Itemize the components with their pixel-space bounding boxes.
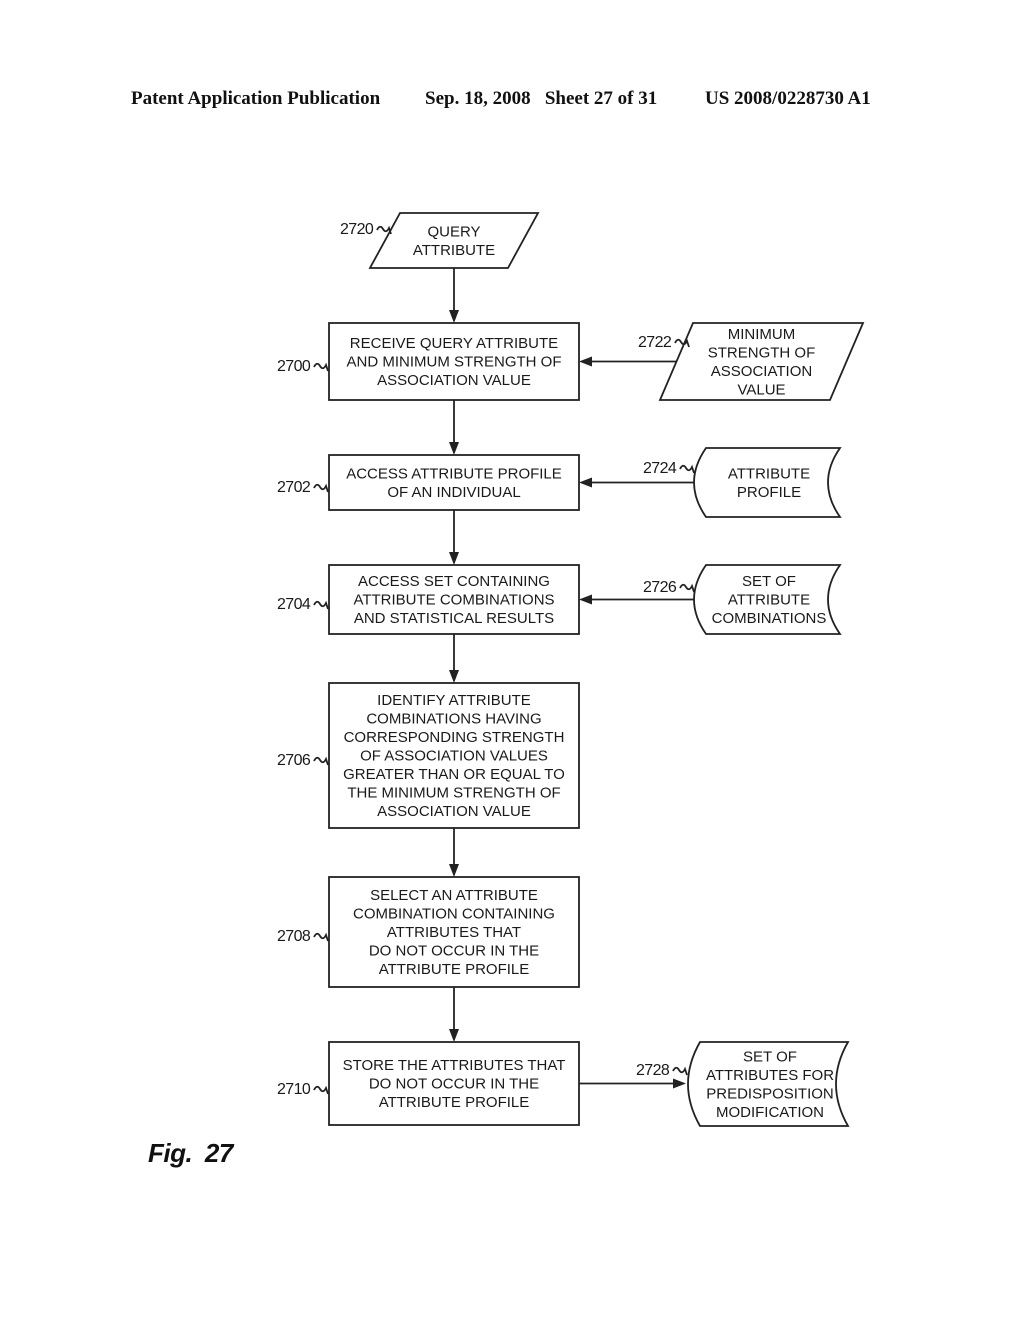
reference-number: 2708 [277, 928, 311, 945]
arrowhead-icon [449, 1029, 459, 1042]
leader-squiggle-icon [313, 932, 329, 942]
node-text-line: GREATER THAN OR EQUAL TO [343, 766, 565, 783]
arrowhead-icon [449, 670, 459, 683]
arrowhead-icon [579, 594, 592, 605]
node-text-line: AND STATISTICAL RESULTS [354, 610, 554, 627]
reference-number: 2710 [277, 1081, 311, 1098]
node-text-line: COMBINATION CONTAINING [353, 906, 555, 923]
node-text-line: AND MINIMUM STRENGTH OF [347, 354, 562, 371]
node-2702: ACCESS ATTRIBUTE PROFILE OF AN INDIVIDUAL… [277, 454, 580, 511]
node-text-line: DO NOT OCCUR IN THE [369, 943, 539, 960]
edge-2708-to-2710 [449, 987, 459, 1042]
node-text-line: COMBINATIONS [712, 610, 827, 627]
reference-number: 2724 [643, 460, 677, 477]
node-text-line: RECEIVE QUERY ATTRIBUTE [350, 335, 558, 352]
figure-label: Fig. 27 [148, 1138, 233, 1168]
node-text-line: ASSOCIATION VALUE [377, 372, 531, 389]
nodes-layer: QUERY ATTRIBUTE 2720 RECEIVE QUERY ATTRIBUT… [277, 212, 865, 1127]
node-text-line: ATTRIBUTES THAT [387, 924, 521, 941]
process-box [328, 454, 580, 511]
leader-squiggle-icon [313, 362, 329, 372]
arrowhead-icon [673, 1078, 686, 1089]
reference-number: 2728 [636, 1062, 670, 1079]
node-text-line: ASSOCIATION [711, 363, 812, 380]
node-text-line: SELECT AN ATTRIBUTE [370, 887, 538, 904]
node-text-line: ACCESS ATTRIBUTE PROFILE [346, 465, 562, 482]
node-text-line: ATTRIBUTE PROFILE [379, 1094, 530, 1111]
node-text-line: STRENGTH OF [708, 344, 816, 361]
node-text-line: CORRESPONDING STRENGTH [344, 729, 565, 746]
node-text-line: STORE THE ATTRIBUTES THAT [343, 1057, 566, 1074]
node-text-line: DO NOT OCCUR IN THE [369, 1076, 539, 1093]
leader-squiggle-icon [313, 483, 329, 493]
node-text-line: SET OF [742, 573, 796, 590]
node-text-line: ATTRIBUTES FOR [706, 1067, 834, 1084]
node-text-line: QUERY [427, 223, 480, 240]
node-text-line: THE MINIMUM STRENGTH OF [347, 785, 560, 802]
leader-squiggle-icon [313, 756, 329, 766]
node-text-line: ATTRIBUTE [413, 242, 495, 259]
arrowhead-icon [449, 552, 459, 565]
leader-squiggle-icon [313, 600, 329, 610]
reference-number: 2720 [340, 221, 374, 238]
node-text-line: ACCESS SET CONTAINING [358, 573, 550, 590]
edge-2724-to-2702 [579, 477, 696, 488]
node-text-line: ATTRIBUTE COMBINATIONS [353, 592, 554, 609]
leader-squiggle-icon [679, 583, 695, 593]
reference-number: 2702 [277, 479, 311, 496]
edge-2726-to-2704 [579, 594, 696, 605]
reference-number: 2706 [277, 752, 311, 769]
node-text-line: PREDISPOSITION [706, 1085, 834, 1102]
stored-data-shape [693, 447, 842, 518]
node-2708: SELECT AN ATTRIBUTE COMBINATION CONTAININ… [277, 876, 580, 988]
edge-2700-to-2702 [449, 400, 459, 455]
node-text-line: PROFILE [737, 484, 801, 501]
arrowhead-icon [449, 442, 459, 455]
node-text-line: VALUE [737, 381, 785, 398]
edge-2722-to-2700 [579, 356, 679, 367]
node-text-line: COMBINATIONS HAVING [366, 711, 541, 728]
arrowhead-icon [449, 310, 459, 323]
node-2704: ACCESS SET CONTAINING ATTRIBUTE COMBINATI… [277, 564, 580, 635]
node-text-line: MINIMUM [728, 326, 796, 343]
input-parallelogram [368, 212, 540, 269]
node-2720: QUERY ATTRIBUTE 2720 [340, 212, 540, 269]
edge-2702-to-2704 [449, 510, 459, 565]
leader-squiggle-icon [679, 464, 695, 474]
reference-number: 2722 [638, 334, 672, 351]
node-text-line: ATTRIBUTE [728, 465, 810, 482]
edge-2720-to-2700 [449, 268, 459, 323]
node-2700: RECEIVE QUERY ATTRIBUTE AND MINIMUM STREN… [277, 322, 580, 401]
arrowhead-icon [449, 864, 459, 877]
node-text-line: ATTRIBUTE [728, 592, 810, 609]
leader-squiggle-icon [672, 1066, 688, 1076]
edge-2710-to-2728 [579, 1078, 686, 1089]
flowchart: QUERY ATTRIBUTE 2720 RECEIVE QUERY ATTRIBUT… [277, 212, 865, 1127]
reference-number: 2726 [643, 579, 677, 596]
edge-2704-to-2706 [449, 634, 459, 683]
node-text-line: ASSOCIATION VALUE [377, 803, 531, 820]
leader-squiggle-icon [313, 1085, 329, 1095]
node-text-line: SET OF [743, 1048, 797, 1065]
node-text-line: OF AN INDIVIDUAL [387, 484, 520, 501]
node-text-line: IDENTIFY ATTRIBUTE [377, 692, 531, 709]
arrowhead-icon [579, 356, 592, 367]
reference-number: 2700 [277, 358, 311, 375]
node-text-line: ATTRIBUTE PROFILE [379, 961, 530, 978]
node-text-line: MODIFICATION [716, 1104, 824, 1121]
reference-number: 2704 [277, 596, 311, 613]
node-text-line: OF ASSOCIATION VALUES [360, 748, 548, 765]
node-2706: IDENTIFY ATTRIBUTE COMBINATIONS HAVINGCOR… [277, 682, 580, 829]
node-2710: STORE THE ATTRIBUTES THAT DO NOT OCCUR IN… [277, 1041, 580, 1126]
arrowhead-icon [579, 477, 592, 488]
edge-2706-to-2708 [449, 828, 459, 877]
